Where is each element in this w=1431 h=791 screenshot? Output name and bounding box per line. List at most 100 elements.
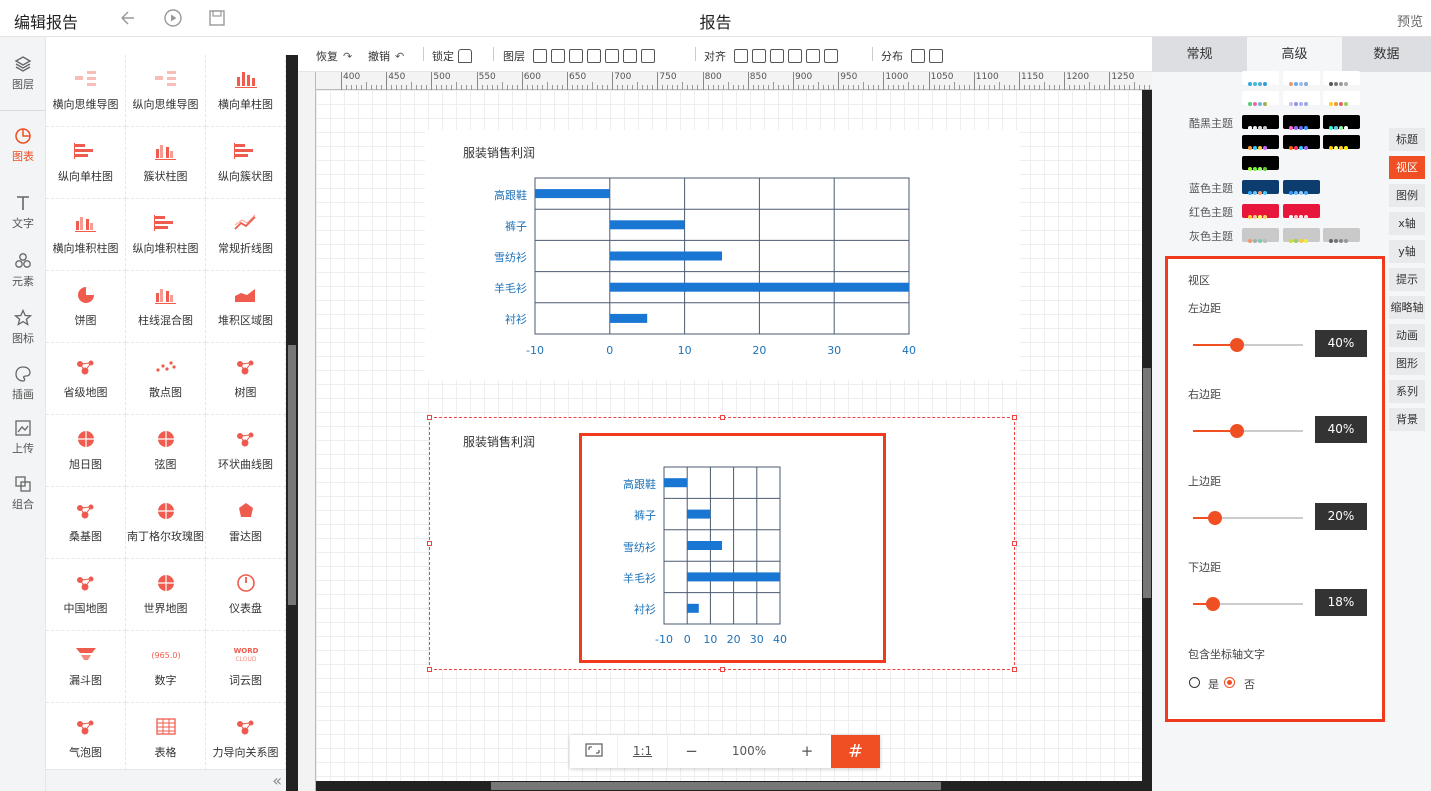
chart-type-funnel[interactable]: 漏斗图 (46, 631, 126, 703)
chart-type-tree[interactable]: 树图 (206, 343, 286, 415)
chart-type-number[interactable]: (965.0) 数字 (126, 631, 206, 703)
chart-type-wordcloud[interactable]: WORD CLOUD 词云图 (206, 631, 286, 703)
theme-swatch[interactable] (1242, 156, 1279, 171)
theme-swatch[interactable] (1242, 204, 1279, 219)
back-icon[interactable] (117, 8, 137, 28)
chart-type-combo[interactable]: 柱线混合图 (126, 271, 206, 343)
chart-type-mindmap-h[interactable]: 横向思维导图 (46, 55, 126, 127)
chart-type-world-map[interactable]: 世界地图 (126, 559, 206, 631)
chart-type-pie[interactable]: 饼图 (46, 271, 126, 343)
theme-swatch[interactable] (1282, 115, 1320, 130)
align-left-icon[interactable] (733, 49, 748, 63)
chart-type-hbar[interactable]: 纵向单柱图 (46, 127, 126, 199)
layer-top-icon[interactable] (586, 49, 601, 63)
chart-type-radar[interactable]: 雷达图 (206, 487, 286, 559)
theme-swatch[interactable] (1242, 135, 1279, 150)
theme-swatch[interactable] (1323, 91, 1360, 106)
chart-type-force[interactable]: 力导向关系图 (206, 703, 286, 769)
bar[interactable] (609, 313, 648, 323)
bar[interactable] (609, 220, 685, 230)
slider-value[interactable]: 20% (1315, 503, 1367, 530)
chart-type-radial[interactable]: 环状曲线图 (206, 415, 286, 487)
side-tab-9[interactable]: 系列 (1389, 380, 1425, 404)
theme-swatch[interactable] (1323, 135, 1360, 150)
tab-data[interactable]: 数据 (1342, 37, 1431, 72)
side-tab-5[interactable]: 提示 (1389, 268, 1425, 292)
bar[interactable] (687, 509, 711, 519)
slider-knob[interactable] (1230, 338, 1244, 352)
side-tab-3[interactable]: x轴 (1389, 212, 1425, 236)
chart-type-line[interactable]: 常规折线图 (206, 199, 286, 271)
chart-panel-scrollbar[interactable] (286, 55, 298, 791)
bar[interactable] (687, 603, 699, 613)
save-icon[interactable] (207, 8, 227, 28)
slider-knob[interactable] (1208, 511, 1222, 525)
chart-type-stack-hbar[interactable]: 纵向堆积柱图 (126, 199, 206, 271)
slider-knob[interactable] (1205, 597, 1220, 611)
theme-swatch[interactable] (1242, 71, 1279, 86)
nav-item-group[interactable]: 组合 (0, 465, 46, 525)
radio-yes[interactable] (1189, 677, 1200, 688)
chart-type-area[interactable]: 堆积区域图 (206, 271, 286, 343)
chart-type-china-map[interactable]: 中国地图 (46, 559, 126, 631)
side-tab-0[interactable]: 标题 (1389, 128, 1425, 152)
play-icon[interactable] (163, 8, 183, 28)
slider-knob[interactable] (1230, 424, 1244, 438)
margin-slider[interactable] (1193, 424, 1303, 438)
theme-swatch[interactable] (1282, 91, 1320, 106)
layer-bottom-icon[interactable] (604, 49, 619, 63)
zoom-out-button[interactable]: − (667, 735, 715, 768)
chart-type-stack-bar[interactable]: 横向堆积柱图 (46, 199, 126, 271)
actual-size-button[interactable]: 1:1 (617, 735, 667, 768)
canvas-horizontal-scrollbar[interactable] (316, 781, 1142, 791)
chart-type-rose[interactable]: 南丁格尔玫瑰图 (126, 487, 206, 559)
scrollbar-thumb[interactable] (491, 782, 941, 790)
canvas-vertical-scrollbar[interactable] (1142, 90, 1152, 791)
slider-value[interactable]: 18% (1315, 589, 1367, 616)
align-top-icon[interactable] (787, 49, 802, 63)
side-tab-4[interactable]: y轴 (1389, 240, 1425, 264)
theme-swatch[interactable] (1323, 115, 1360, 130)
nav-item-palette[interactable]: 插画 (0, 355, 46, 415)
tab-general[interactable]: 常规 (1152, 37, 1247, 72)
resize-handle[interactable] (1012, 541, 1017, 546)
bar[interactable] (687, 541, 722, 550)
bar[interactable] (609, 251, 722, 261)
side-tab-6[interactable]: 缩略轴 (1389, 296, 1425, 320)
chart-type-scatter[interactable]: 散点图 (126, 343, 206, 415)
resize-handle[interactable] (427, 541, 432, 546)
side-tab-2[interactable]: 图例 (1389, 184, 1425, 208)
theme-swatch[interactable] (1282, 135, 1320, 150)
theme-swatch[interactable] (1242, 115, 1279, 130)
layer-tree-icon[interactable] (532, 49, 547, 63)
margin-slider[interactable] (1193, 338, 1303, 352)
slider-value[interactable]: 40% (1315, 330, 1367, 357)
chart-type-bubble[interactable]: 气泡图 (46, 703, 126, 769)
chart-widget-selected[interactable]: 服装销售利润 -10 0 10 20 30 40 高跟鞋 裤子 雪纺衫 羊毛衫 衬衫 (430, 418, 1015, 670)
nav-item-chart[interactable]: 图表 (0, 117, 46, 177)
margin-slider[interactable] (1193, 511, 1303, 525)
chart-type-bar[interactable]: 横向单柱图 (206, 55, 286, 127)
theme-swatch[interactable] (1282, 204, 1320, 219)
theme-swatch[interactable] (1282, 71, 1320, 86)
chart-type-cluster-hbar[interactable]: 纵向簇状图 (206, 127, 286, 199)
theme-swatch[interactable] (1323, 228, 1360, 243)
resize-handle[interactable] (720, 415, 725, 420)
theme-swatch[interactable] (1242, 91, 1279, 106)
redo-button[interactable]: 恢复 ↷ (316, 48, 352, 64)
side-tab-1[interactable]: 视区 (1389, 156, 1425, 180)
theme-swatch[interactable] (1323, 71, 1360, 86)
theme-swatch[interactable] (1282, 228, 1320, 243)
side-tab-8[interactable]: 图形 (1389, 352, 1425, 376)
resize-handle[interactable] (1012, 667, 1017, 672)
side-tab-10[interactable]: 背景 (1389, 408, 1425, 432)
chart-type-mindmap-v[interactable]: 纵向思维导图 (126, 55, 206, 127)
nav-item-star[interactable]: 图标 (0, 299, 46, 359)
chart-type-province-map[interactable]: 省级地图 (46, 343, 126, 415)
resize-handle[interactable] (720, 667, 725, 672)
distribute-h-icon[interactable] (910, 49, 925, 63)
chart-type-sankey[interactable]: 桑基图 (46, 487, 126, 559)
radio-no[interactable] (1224, 677, 1235, 688)
tab-advanced[interactable]: 高级 (1247, 37, 1342, 72)
bar[interactable] (664, 478, 688, 488)
